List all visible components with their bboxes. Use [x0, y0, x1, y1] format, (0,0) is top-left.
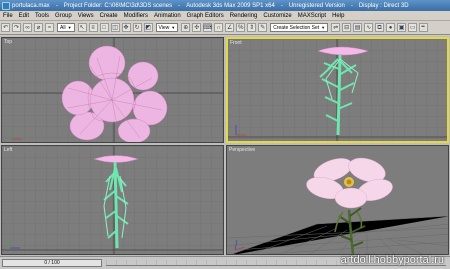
watermark-text: artdoll.hobbyportal.ru: [340, 254, 444, 266]
title-app: Autodesk 3ds Max 2009 SP1 x64: [186, 2, 275, 9]
title-file: portulaca.max: [12, 2, 50, 9]
viewport-top[interactable]: Top: [1, 37, 224, 143]
chevron-down-icon: ▼: [171, 25, 176, 30]
menu-edit[interactable]: Edit: [16, 13, 32, 19]
angle-snap-icon[interactable]: ∠: [225, 23, 235, 32]
viewport-label-perspective[interactable]: Perspective: [229, 147, 255, 153]
window-crossing-icon[interactable]: ◫: [110, 23, 120, 32]
layer-manager-icon[interactable]: ▤: [353, 23, 363, 32]
viewport-front[interactable]: Front: [226, 37, 449, 143]
main-toolbar: ↶ ↷ ∞ ⌀ ≈ All ▼ ↖ ≡ □ ◫ ✥ ↻ ◩ View ▼ ⊕ ✣ ⌨…: [0, 21, 450, 35]
move-icon[interactable]: ✥: [121, 23, 131, 32]
keyboard-shortcut-icon[interactable]: ⌨: [203, 23, 213, 32]
menu-animation[interactable]: Animation: [151, 13, 184, 19]
viewport-left[interactable]: Left: [1, 145, 224, 255]
bind-spacewarp-icon[interactable]: ≈: [45, 23, 54, 32]
region-select-icon[interactable]: □: [99, 23, 109, 32]
rendered-frame-icon[interactable]: ▭: [408, 23, 418, 32]
viewport-label-left[interactable]: Left: [4, 147, 12, 153]
select-object-icon[interactable]: ↖: [77, 23, 87, 32]
viewport-label-front[interactable]: Front: [230, 40, 242, 46]
menu-bar: File Edit Tools Group Views Create Modif…: [0, 11, 450, 21]
max-window: portulaca.max - Project Folder: C:\06\MC…: [0, 0, 450, 269]
align-icon[interactable]: ⊟: [342, 23, 352, 32]
render-setup-icon[interactable]: ▣: [397, 23, 407, 32]
render-production-icon[interactable]: ☕: [419, 23, 429, 32]
unlink-icon[interactable]: ⌀: [34, 23, 43, 32]
selection-filter-select[interactable]: All ▼: [57, 23, 75, 32]
redo-icon[interactable]: ↷: [12, 23, 21, 32]
menu-file[interactable]: File: [0, 13, 16, 19]
title-project: Project Folder: C:\06\MC\3d\3DS scenes: [63, 2, 173, 9]
link-icon[interactable]: ∞: [23, 23, 32, 32]
top-view-canvas: [2, 38, 223, 142]
material-editor-icon[interactable]: ●: [386, 23, 396, 32]
curve-editor-icon[interactable]: ∿: [364, 23, 374, 32]
viewport-label-top[interactable]: Top: [4, 39, 12, 45]
viewport-area: Top Front Left Perspective: [0, 36, 450, 256]
mirror-icon[interactable]: ⇌: [331, 23, 341, 32]
menu-help[interactable]: Help: [329, 13, 347, 19]
menu-customize[interactable]: Customize: [260, 13, 294, 19]
menu-group[interactable]: Group: [52, 13, 75, 19]
frame-counter: 0 / 100: [44, 260, 60, 266]
menu-views[interactable]: Views: [75, 13, 97, 19]
viewport-perspective[interactable]: Perspective: [226, 145, 449, 255]
edit-named-selection-icon[interactable]: ✎: [258, 23, 268, 32]
app-icon[interactable]: [2, 1, 10, 10]
menu-tools[interactable]: Tools: [32, 13, 52, 19]
chevron-down-icon: ▼: [321, 25, 326, 30]
title-bar: portulaca.max - Project Folder: C:\06\MC…: [0, 0, 450, 11]
time-slider[interactable]: 0 / 100: [2, 259, 102, 267]
undo-icon[interactable]: ↶: [1, 23, 10, 32]
front-view-canvas: [228, 39, 447, 141]
title-license: Unregistered Version: [288, 2, 345, 9]
pivot-center-icon[interactable]: ⊕: [181, 23, 191, 32]
menu-create[interactable]: Create: [97, 13, 121, 19]
chevron-down-icon: ▼: [67, 25, 72, 30]
select-by-name-icon[interactable]: ≡: [88, 23, 98, 32]
reference-coordinate-select[interactable]: View ▼: [155, 23, 179, 32]
percent-snap-icon[interactable]: %: [236, 23, 246, 32]
schematic-view-icon[interactable]: ⧉: [375, 23, 385, 32]
select-manipulate-icon[interactable]: ✣: [192, 23, 202, 32]
menu-rendering[interactable]: Rendering: [227, 13, 261, 19]
named-selection-set-select[interactable]: Create Selection Set ▼: [270, 23, 329, 32]
perspective-view-canvas: [227, 146, 448, 254]
spinner-snap-icon[interactable]: ⇕: [247, 23, 257, 32]
scale-icon[interactable]: ◩: [143, 23, 153, 32]
menu-modifiers[interactable]: Modifiers: [121, 13, 151, 19]
menu-graph-editors[interactable]: Graph Editors: [184, 13, 227, 19]
snap-toggle-icon[interactable]: ∩: [214, 23, 224, 32]
title-display: Display : Direct 3D: [358, 2, 409, 9]
left-view-canvas: [2, 146, 223, 254]
rotate-icon[interactable]: ↻: [132, 23, 142, 32]
menu-maxscript[interactable]: MAXScript: [295, 13, 329, 19]
